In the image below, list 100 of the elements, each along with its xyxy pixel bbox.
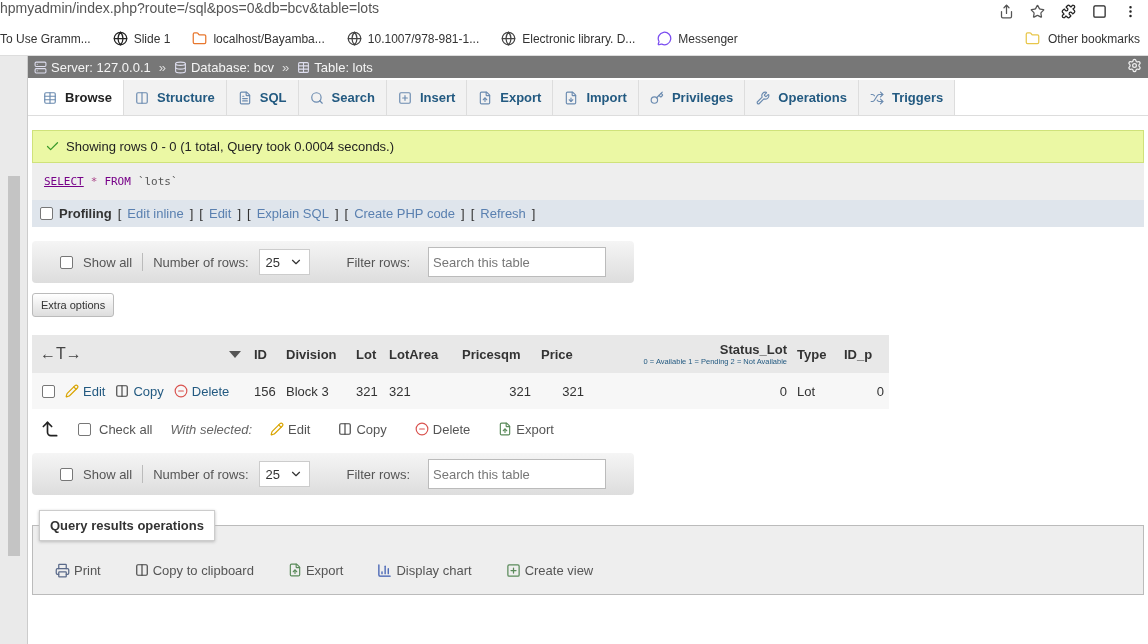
rows-select[interactable]: 25 [258,461,311,487]
columns-icon [134,90,149,105]
breadcrumb-link[interactable]: Server: 127.0.0.1 [34,59,151,75]
copy-icon [115,384,130,398]
table-cell: Block 3 [281,373,351,409]
tab[interactable]: Import [553,80,639,115]
profiling-label: Profiling [59,206,112,221]
bracket: ] [531,206,536,221]
bar-chart-icon [377,562,393,578]
folder-icon [192,31,208,46]
share-icon [999,3,1014,19]
checkbox[interactable] [60,467,73,481]
other-bookmarks[interactable]: Other bookmarks [1024,31,1140,46]
export-icon [498,422,513,436]
insert-icon [397,90,412,105]
with-selected-label: With selected: [170,421,252,437]
bracket: ] [461,206,465,221]
row-action-link[interactable]: Delete [173,383,230,399]
bookmark[interactable]: Messenger [657,31,738,46]
bracket: [ [470,206,475,221]
checkbox[interactable] [78,422,91,436]
bookmark[interactable]: Slide 1 [112,31,171,46]
settings-icon [1127,58,1142,73]
document-icon [237,90,252,105]
table-icon [297,60,311,74]
export-icon [478,90,493,105]
checkbox[interactable] [40,207,53,220]
bracket: ] [237,206,241,221]
tab[interactable]: Privileges [638,80,746,115]
search-field[interactable]: Search this table [428,459,606,489]
panel-title: Query results operations [39,510,215,541]
bracket: [ [117,206,122,221]
column-arrows[interactable]: ←T→ [40,345,82,363]
bulk-action-link[interactable]: Edit [270,421,311,437]
operation-link[interactable]: Create view [505,562,594,578]
tab[interactable]: Export [467,80,554,115]
number-of-rows-label: Number of rows: [153,466,249,482]
bulk-action-link[interactable]: Delete [414,421,471,437]
operation-link[interactable]: Print [55,562,101,578]
tab[interactable]: SQL [226,80,299,115]
tab[interactable]: Structure [123,80,227,115]
bookmark[interactable]: To Use Gramm... [0,31,91,46]
arrow-up-icon [40,419,60,439]
filter-rows-label: Filter rows: [346,254,410,270]
check-all-label[interactable]: Check all [99,421,153,437]
folder-icon [1024,31,1040,46]
tab[interactable]: Insert [386,80,468,115]
bracket: ] [334,206,339,221]
table-cell: 156 [249,373,281,409]
table-cell: 0 [589,373,792,409]
key-icon [649,90,664,105]
table-cell: 321 [384,373,457,409]
extra-options-button[interactable]: Extra options [32,293,115,317]
table-cell: 321 [351,373,384,409]
search-field[interactable]: Search this table [428,247,606,277]
shuffle-icon [869,90,884,105]
scrollbar[interactable] [7,176,20,556]
url-text[interactable]: hpmyadmin/index.php?route=/sql&pos=0&db=bcv&table=lots [0,0,380,16]
bulk-action-link[interactable]: Export [498,421,554,437]
printer-icon [55,562,70,578]
checkbox[interactable] [60,255,73,269]
database-icon [173,60,187,74]
tab[interactable]: Operations [745,80,859,115]
chat-bubble-icon [657,31,673,46]
operation-link[interactable]: Export [287,562,344,578]
create-view-icon [505,562,521,578]
search-icon [309,90,324,105]
globe-icon [112,31,128,46]
bracket: [ [199,206,203,221]
table-cell: 321 [457,373,536,409]
tab[interactable]: Triggers [858,80,956,115]
operation-link[interactable]: Display chart [377,562,472,578]
show-all-label: Show all [83,254,133,270]
sidebar-icon [1092,3,1107,19]
operation-link[interactable]: Copy to clipboard [134,562,254,578]
checkbox[interactable] [42,384,55,398]
bulk-action-link[interactable]: Copy [338,421,387,437]
bracket: [ [344,206,349,221]
tab[interactable]: Search [298,80,387,115]
dropdown-caret-icon[interactable] [229,350,241,358]
filter-rows-label: Filter rows: [346,466,410,482]
breadcrumb-link[interactable]: Database: bcv [173,59,275,75]
server-icon [34,60,47,74]
breadcrumb-link[interactable]: Table: lots [297,59,373,75]
rows-select[interactable]: 25 [258,249,311,275]
bookmark[interactable]: 10.1007/978-981-1... [346,31,480,46]
row-action-link[interactable]: Copy [115,383,164,399]
sql-query: SELECT * FROM `lots` [32,163,1144,200]
bookmark[interactable]: localhost/Bayamba... [192,31,325,46]
row-action-link[interactable]: Edit [65,383,106,399]
bookmark[interactable]: Electronic library. D... [501,31,636,46]
delete-icon [173,384,188,398]
copy-icon [338,422,353,436]
puzzle-icon [1061,3,1076,19]
pencil-icon [65,384,79,398]
delete-icon [414,422,429,436]
column-header[interactable]: ID [254,346,267,362]
column-header[interactable]: Status_Lot [719,342,787,357]
star-icon [1030,3,1045,19]
export-icon [287,563,302,577]
